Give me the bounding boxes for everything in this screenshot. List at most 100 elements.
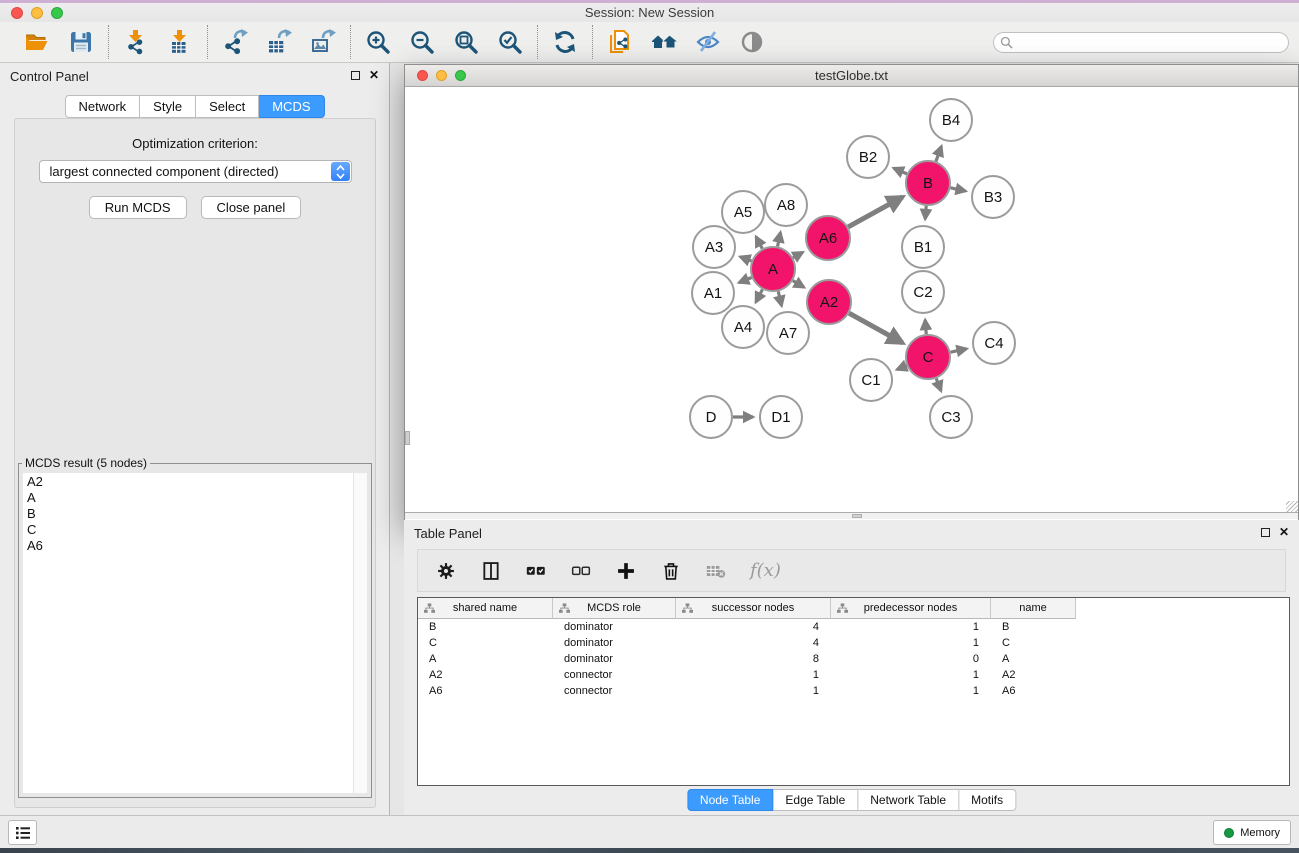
zoom-selected-button[interactable] [496,28,524,56]
run-mcds-button[interactable]: Run MCDS [89,196,187,219]
edge-C-C1[interactable] [897,366,907,370]
column-layout-button[interactable] [480,560,502,582]
edge-A2-C[interactable] [849,313,903,343]
result-item[interactable]: A6 [27,538,367,554]
node-B4[interactable]: B4 [930,99,972,141]
delete-table-button[interactable] [705,560,727,582]
table-settings-button[interactable] [435,560,457,582]
table-row[interactable]: Cdominator41C [418,635,1289,651]
panel-menu-button[interactable] [8,820,37,845]
zoom-out-button[interactable] [408,28,436,56]
column-header-shared-name[interactable]: shared name [418,598,553,619]
node-A[interactable]: A [751,247,795,291]
node-D[interactable]: D [690,396,732,438]
edge-A-A5[interactable] [756,237,762,249]
vertical-scroll-thumb[interactable] [405,431,410,445]
tab-motifs[interactable]: Motifs [959,789,1016,811]
clone-network-button[interactable] [606,28,634,56]
edge-A-A2[interactable] [793,281,804,288]
node-C3[interactable]: C3 [930,396,972,438]
network-canvas[interactable]: B4B2BB3A8A5A6A3B1AC2A1A2A4A7C4CC1C3DD1 [405,87,1298,512]
edge-A-A1[interactable] [739,278,752,283]
search-input[interactable] [993,32,1289,53]
column-header-predecessor-nodes[interactable]: predecessor nodes [831,598,991,619]
node-D1[interactable]: D1 [760,396,802,438]
hide-selected-button[interactable] [694,28,722,56]
column-header-MCDS-role[interactable]: MCDS role [553,598,676,619]
node-C[interactable]: C [906,335,950,379]
edge-A-A7[interactable] [778,291,781,305]
network-graph[interactable]: B4B2BB3A8A5A6A3B1AC2A1A2A4A7C4CC1C3DD1 [405,87,1298,512]
export-network-button[interactable] [221,28,249,56]
edge-C-C2[interactable] [925,320,926,334]
edge-C-C3[interactable] [936,378,941,390]
refresh-view-button[interactable] [551,28,579,56]
column-header-successor-nodes[interactable]: successor nodes [676,598,831,619]
horizontal-scrollbar[interactable] [405,512,1298,519]
node-A6[interactable]: A6 [806,216,850,260]
close-panel-icon[interactable]: ✕ [369,69,379,81]
show-hidden-button[interactable] [738,28,766,56]
network-window-titlebar[interactable]: testGlobe.txt [405,65,1298,87]
float-panel-icon[interactable] [351,71,360,80]
node-B1[interactable]: B1 [902,226,944,268]
zoom-in-button[interactable] [364,28,392,56]
result-item[interactable]: A [27,490,367,506]
export-image-button[interactable] [309,28,337,56]
zoom-fit-button[interactable] [452,28,480,56]
edge-B-B1[interactable] [925,206,926,219]
node-A8[interactable]: A8 [765,184,807,226]
node-C1[interactable]: C1 [850,359,892,401]
tab-network-table[interactable]: Network Table [858,789,959,811]
edge-A-A3[interactable] [740,257,751,261]
horizontal-scroll-thumb[interactable] [852,514,862,518]
open-file-button[interactable] [23,28,51,56]
close-table-panel-icon[interactable]: ✕ [1279,526,1289,538]
add-column-button[interactable] [615,560,637,582]
function-builder-button[interactable]: f(x) [750,560,781,581]
node-B2[interactable]: B2 [847,136,889,178]
node-A5[interactable]: A5 [722,191,764,233]
result-item[interactable]: C [27,522,367,538]
close-panel-button[interactable]: Close panel [201,196,302,219]
select-all-rows-button[interactable] [525,560,547,582]
column-header-name[interactable]: name [991,598,1076,619]
result-scrollbar[interactable] [353,473,367,793]
tab-select[interactable]: Select [196,95,259,118]
node-A1[interactable]: A1 [692,272,734,314]
import-table-button[interactable] [166,28,194,56]
export-table-button[interactable] [265,28,293,56]
node-C4[interactable]: C4 [973,322,1015,364]
table-row[interactable]: A6connector11A6 [418,683,1289,699]
tab-style[interactable]: Style [140,95,196,118]
edge-A-A4[interactable] [756,289,763,302]
table-row[interactable]: A2connector11A2 [418,667,1289,683]
edge-A-A8[interactable] [778,232,781,246]
table-row[interactable]: Bdominator41B [418,619,1289,635]
edge-A-A6[interactable] [793,252,803,257]
node-A4[interactable]: A4 [722,306,764,348]
edge-C-C4[interactable] [950,349,966,352]
criterion-select[interactable]: largest connected component (directed) [39,160,352,183]
node-C2[interactable]: C2 [902,271,944,313]
node-A7[interactable]: A7 [767,312,809,354]
node-A3[interactable]: A3 [693,226,735,268]
result-item[interactable]: A2 [27,474,367,490]
edge-B-B3[interactable] [950,188,965,191]
table-row[interactable]: Adominator80A [418,651,1289,667]
save-session-button[interactable] [67,28,95,56]
resize-grip-icon[interactable] [1286,501,1298,513]
deselect-all-rows-button[interactable] [570,560,592,582]
show-all-networks-button[interactable] [650,28,678,56]
edge-B-B4[interactable] [936,146,942,161]
import-network-button[interactable] [122,28,150,56]
memory-button[interactable]: Memory [1213,820,1291,845]
result-item[interactable]: B [27,506,367,522]
edge-A6-B[interactable] [848,197,902,227]
delete-column-button[interactable] [660,560,682,582]
node-B3[interactable]: B3 [972,176,1014,218]
tab-edge-table[interactable]: Edge Table [773,789,858,811]
tab-network[interactable]: Network [64,95,140,118]
tab-mcds[interactable]: MCDS [259,95,324,118]
float-table-panel-icon[interactable] [1261,528,1270,537]
